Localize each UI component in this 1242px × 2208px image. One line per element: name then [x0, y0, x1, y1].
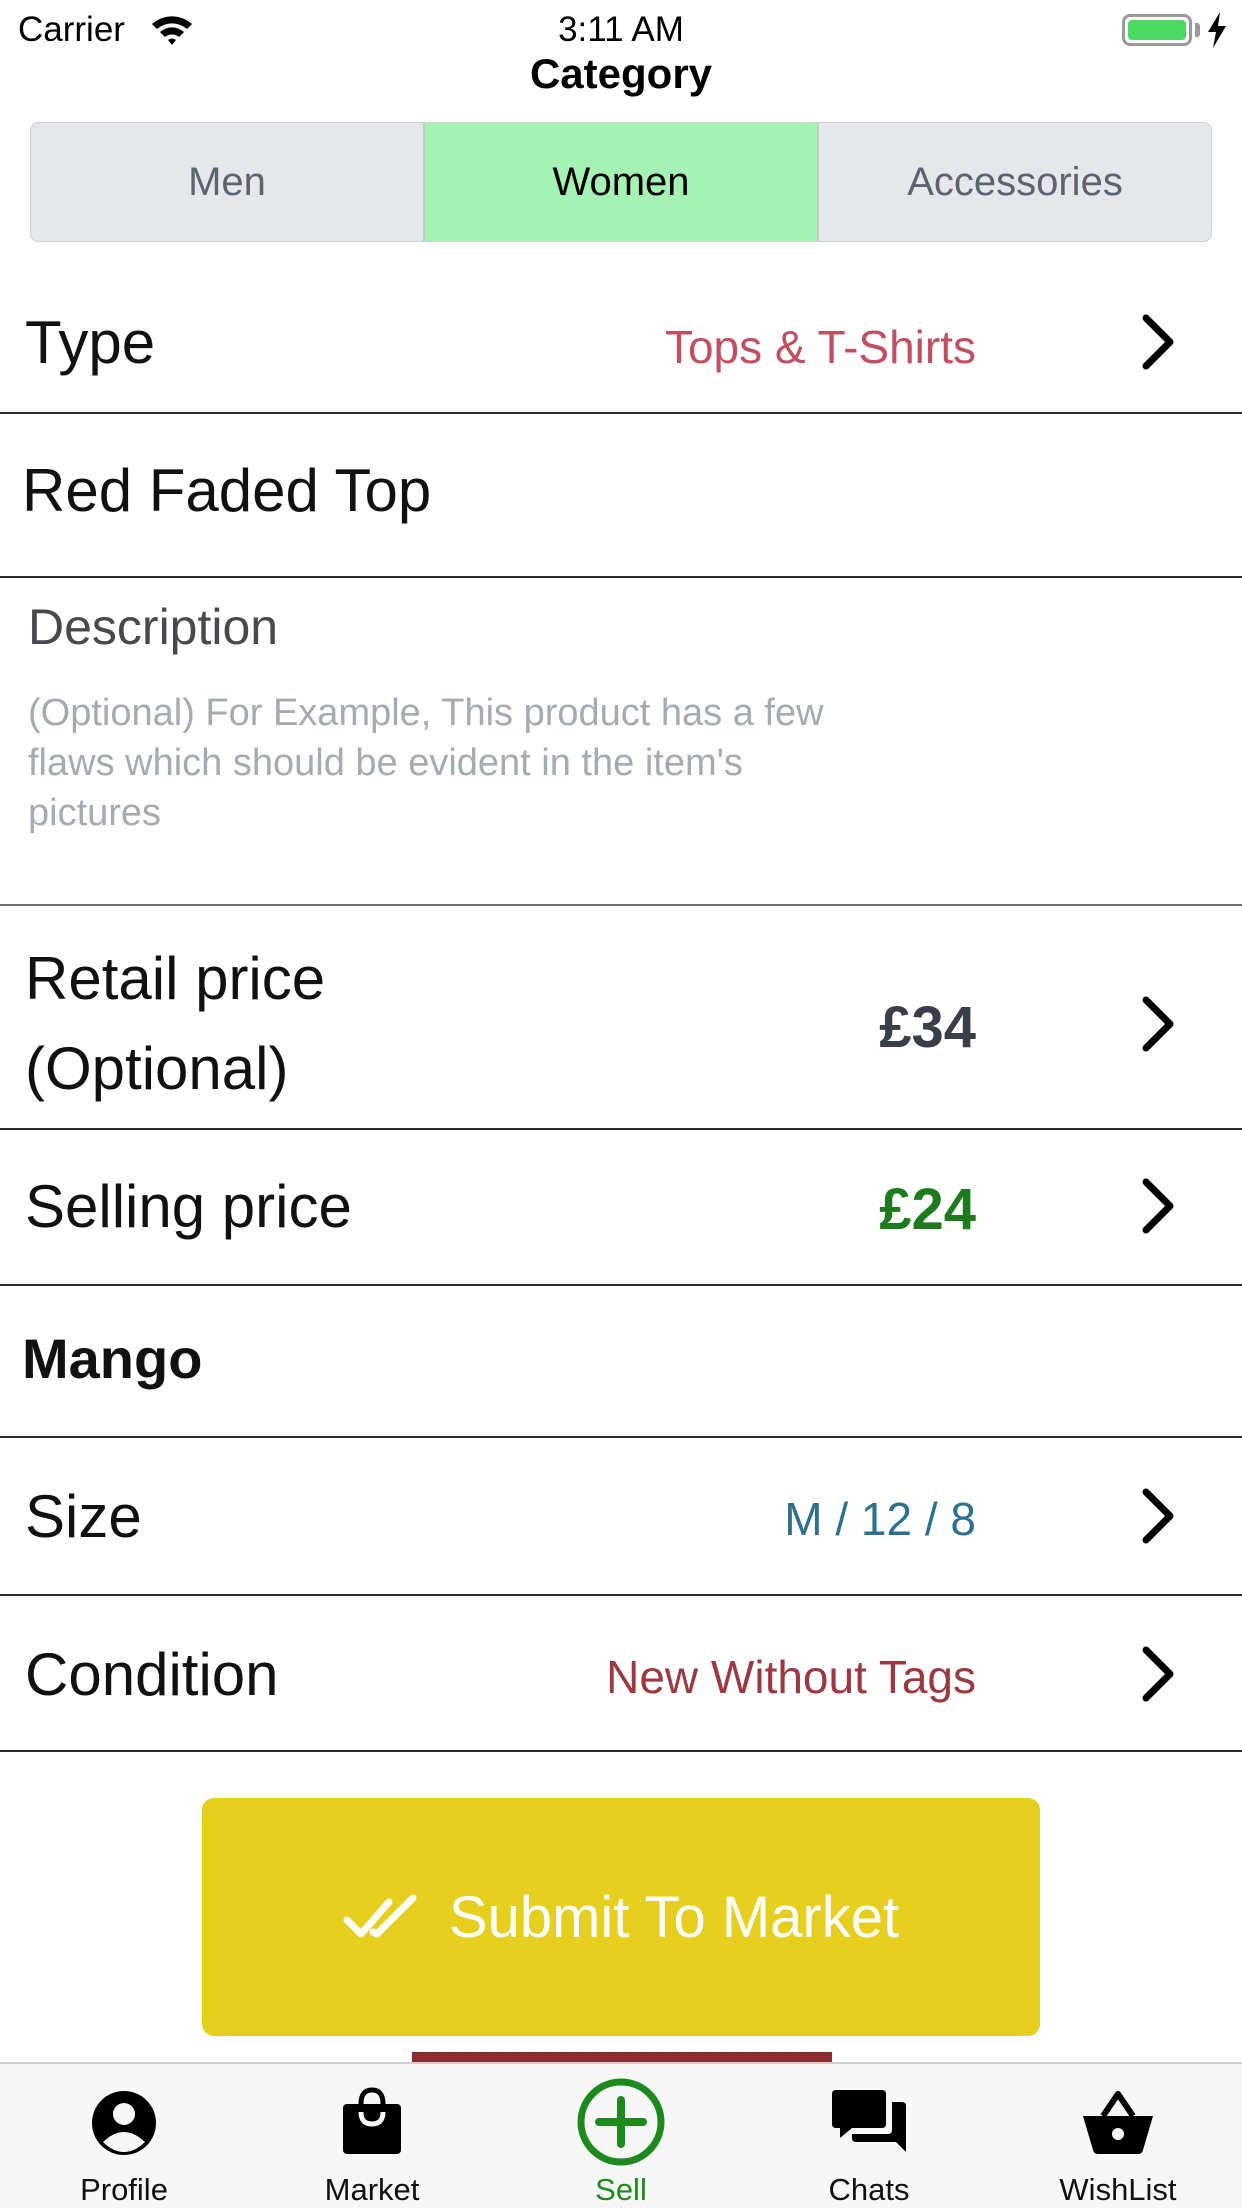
chevron-right-icon	[1142, 1488, 1174, 1544]
plus-circle-icon	[577, 2078, 665, 2166]
user-circle-icon	[92, 2091, 156, 2155]
tab-chats[interactable]: Chats	[769, 2064, 969, 2208]
retail-price-label-line2: (Optional)	[25, 1035, 289, 1102]
segment-women[interactable]: Women	[423, 123, 817, 241]
condition-row[interactable]: Condition New Without Tags	[0, 1596, 1242, 1752]
chat-bubbles-icon	[832, 2090, 906, 2152]
tab-bar: Profile Market Sell Chats WishList	[0, 2062, 1242, 2208]
status-time: 3:11 AM	[558, 10, 684, 49]
tab-label: Sell	[595, 2172, 647, 2207]
tab-label: Market	[324, 2172, 420, 2207]
shopping-bag-icon	[343, 2087, 401, 2154]
type-value: Tops & T-Shirts	[664, 321, 976, 373]
retail-price-value: £34	[879, 995, 976, 1060]
battery-icon	[1122, 14, 1192, 46]
basket-icon	[1083, 2091, 1153, 2154]
tab-profile[interactable]: Profile	[24, 2064, 224, 2208]
submit-to-market-button[interactable]: Submit To Market	[202, 1798, 1040, 2036]
segment-accessories[interactable]: Accessories	[817, 123, 1211, 241]
selling-price-value: £24	[879, 1177, 976, 1242]
title-value: Red Faded Top	[22, 457, 432, 524]
brand-field[interactable]: Mango	[0, 1286, 1242, 1438]
retail-price-row[interactable]: Retail price (Optional) £34	[0, 906, 1242, 1130]
type-row[interactable]: Type Tops & T-Shirts	[0, 272, 1242, 414]
condition-value: New Without Tags	[606, 1651, 976, 1703]
description-label: Description	[28, 599, 279, 655]
size-row[interactable]: Size M / 12 / 8	[0, 1438, 1242, 1596]
description-placeholder[interactable]: (Optional) For Example, This product has…	[28, 688, 848, 838]
chevron-right-icon	[1142, 996, 1174, 1052]
size-value: M / 12 / 8	[784, 1493, 976, 1545]
selling-price-row[interactable]: Selling price £24	[0, 1130, 1242, 1286]
battery-tip	[1195, 23, 1200, 37]
tab-label: WishList	[1059, 2172, 1177, 2207]
tab-sell[interactable]: Sell	[521, 2064, 721, 2208]
tab-wishlist[interactable]: WishList	[1018, 2064, 1218, 2208]
tab-label: Profile	[80, 2172, 168, 2207]
brand-value: Mango	[22, 1327, 203, 1390]
decorative-bar	[412, 2052, 832, 2062]
retail-price-label-line1: Retail price	[25, 945, 326, 1012]
chevron-right-icon	[1142, 314, 1174, 370]
segment-men[interactable]: Men	[31, 123, 423, 241]
type-label: Type	[25, 309, 156, 376]
selling-price-label: Selling price	[25, 1173, 352, 1240]
double-check-icon	[343, 1894, 417, 1938]
chevron-right-icon	[1142, 1646, 1174, 1702]
tab-label: Chats	[828, 2172, 910, 2207]
condition-label: Condition	[25, 1641, 279, 1708]
charging-bolt-icon	[1208, 12, 1226, 48]
submit-label: Submit To Market	[448, 1884, 900, 1950]
category-segmented-control: Men Women Accessories	[30, 122, 1212, 242]
size-label: Size	[25, 1483, 142, 1550]
tab-market[interactable]: Market	[272, 2064, 472, 2208]
title-field[interactable]: Red Faded Top	[0, 414, 1242, 578]
page-title: Category	[529, 50, 713, 97]
chevron-right-icon	[1142, 1178, 1174, 1234]
